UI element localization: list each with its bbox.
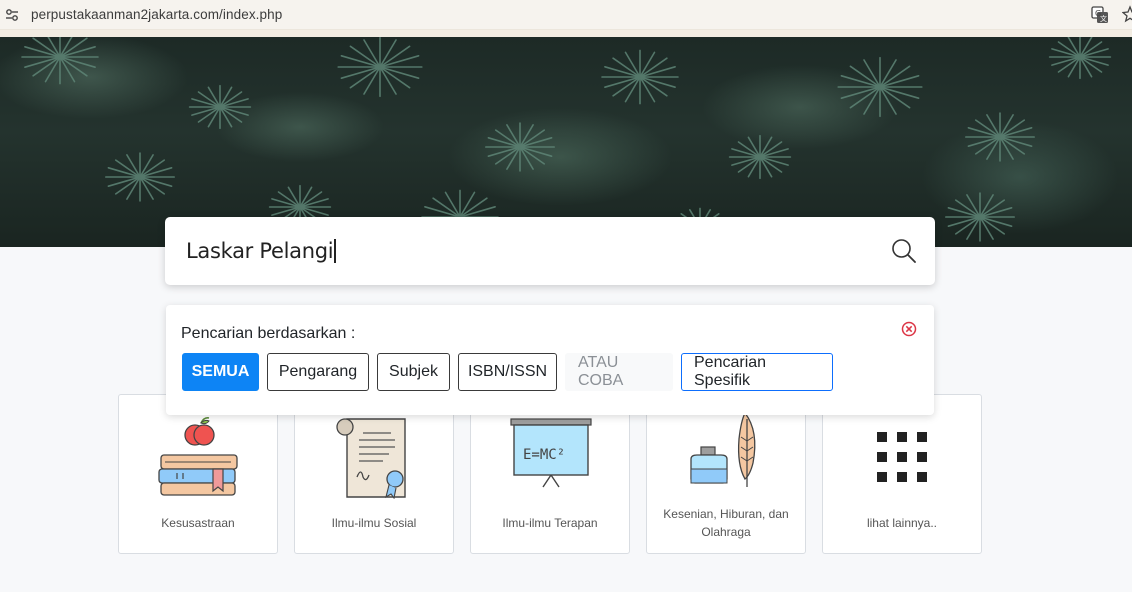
category-card-applied-sciences[interactable]: E=MC² Ilmu-ilmu Terapan bbox=[470, 394, 630, 554]
filter-all-button[interactable]: SEMUA bbox=[182, 353, 259, 391]
category-label: Ilmu-ilmu Terapan bbox=[502, 516, 598, 530]
specific-search-button[interactable]: Pencarian Spesifik bbox=[681, 353, 833, 391]
category-label: lihat lainnya.. bbox=[866, 516, 938, 530]
filter-heading: Pencarian berdasarkan : bbox=[181, 325, 356, 342]
category-card-see-more[interactable]: lihat lainnya.. bbox=[822, 394, 982, 554]
search-filter-panel: Pencarian berdasarkan : SEMUA Pengarang … bbox=[166, 305, 934, 415]
books-apple-icon bbox=[158, 417, 238, 496]
filter-subject-button[interactable]: Subjek bbox=[377, 353, 450, 391]
certificate-scroll-icon bbox=[336, 418, 406, 499]
grid-menu-icon bbox=[877, 432, 927, 482]
category-card-arts-recreation[interactable]: Kesenian, Hiburan, dan Olahraga bbox=[646, 394, 806, 554]
page-top-strip bbox=[0, 30, 1132, 37]
category-label: Ilmu-ilmu Sosial bbox=[331, 516, 417, 530]
science-board-icon: E=MC² bbox=[510, 418, 592, 488]
close-icon[interactable] bbox=[901, 321, 917, 337]
text-caret bbox=[334, 239, 336, 263]
bookmark-star-icon[interactable] bbox=[1122, 5, 1132, 23]
search-query-text: Laskar Pelangi bbox=[186, 239, 334, 263]
category-label: Kesusastraan bbox=[161, 516, 235, 530]
browser-address-bar: perpustakaanman2jakarta.com/index.php G … bbox=[0, 0, 1132, 30]
site-settings-icon[interactable] bbox=[5, 8, 19, 22]
hero-banner bbox=[0, 37, 1132, 247]
category-label: Kesenian, Hiburan, dan Olahraga bbox=[663, 507, 789, 539]
filter-button-row: SEMUA Pengarang Subjek ISBN/ISSN ATAU CO… bbox=[182, 353, 841, 391]
svg-text:文: 文 bbox=[1100, 14, 1107, 23]
category-card-literature[interactable]: Kesusastraan bbox=[118, 394, 278, 554]
ink-quill-icon bbox=[690, 411, 756, 487]
filter-author-button[interactable]: Pengarang bbox=[267, 353, 369, 391]
search-box: Laskar Pelangi bbox=[165, 217, 935, 285]
filter-isbn-button[interactable]: ISBN/ISSN bbox=[458, 353, 557, 391]
or-try-label: ATAU COBA bbox=[565, 353, 673, 391]
pine-branches-image bbox=[21, 37, 1112, 247]
board-formula: E=MC² bbox=[523, 447, 565, 463]
translate-icon[interactable]: G 文 bbox=[1091, 6, 1109, 24]
search-icon[interactable] bbox=[891, 238, 917, 264]
category-card-social-sciences[interactable]: Ilmu-ilmu Sosial bbox=[294, 394, 454, 554]
url-text[interactable]: perpustakaanman2jakarta.com/index.php bbox=[31, 7, 282, 22]
search-input[interactable]: Laskar Pelangi bbox=[186, 239, 336, 263]
